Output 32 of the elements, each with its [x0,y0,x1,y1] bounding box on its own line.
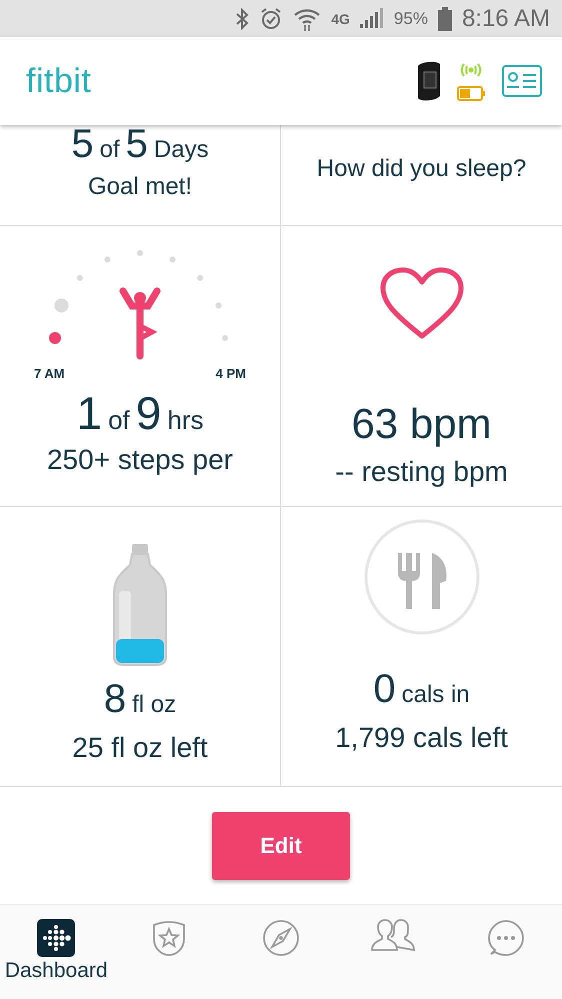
goal-caption: Goal met! [88,173,192,201]
tile-value: 1 of 9 hrs [76,386,204,440]
sleep-prompt[interactable]: How did you sleep? [316,155,526,183]
profile-card-icon[interactable] [502,65,542,97]
clock-time: 8:16 AM [462,4,550,32]
nav-label[interactable]: Dashboard [4,959,108,983]
compass-icon[interactable] [262,919,300,957]
signal-icon [360,8,384,30]
tile-value: 5 of 5 Days [71,125,209,167]
tile-value: 63 bpm [351,400,492,448]
chat-icon[interactable] [486,919,525,957]
tile-caption: 1,799 cals left [335,722,508,754]
water-bottle-icon [112,543,168,667]
alarm-icon [259,6,284,30]
battery-icon [438,6,452,30]
time-label: 7 AM [34,366,65,381]
tile-value: 0 cals in [373,667,470,712]
tile-value: 8 fl oz [104,677,176,722]
battery-percent: 95% [394,8,428,28]
figure-icon [120,288,160,360]
network-type: 4G [331,10,350,26]
bluetooth-icon [235,8,250,30]
fork-knife-icon [362,517,482,637]
friends-icon[interactable] [370,919,416,953]
tile-caption: -- resting bpm [335,456,508,488]
fitbit-logo: fitbit [26,62,92,100]
dashboard-icon[interactable] [37,919,76,957]
time-label: 4 PM [216,366,246,381]
edit-button[interactable]: Edit [212,812,350,880]
tile-caption: 250+ steps per [46,444,234,476]
tile-caption: 25 fl oz left [72,732,208,764]
wifi-icon [293,6,322,30]
